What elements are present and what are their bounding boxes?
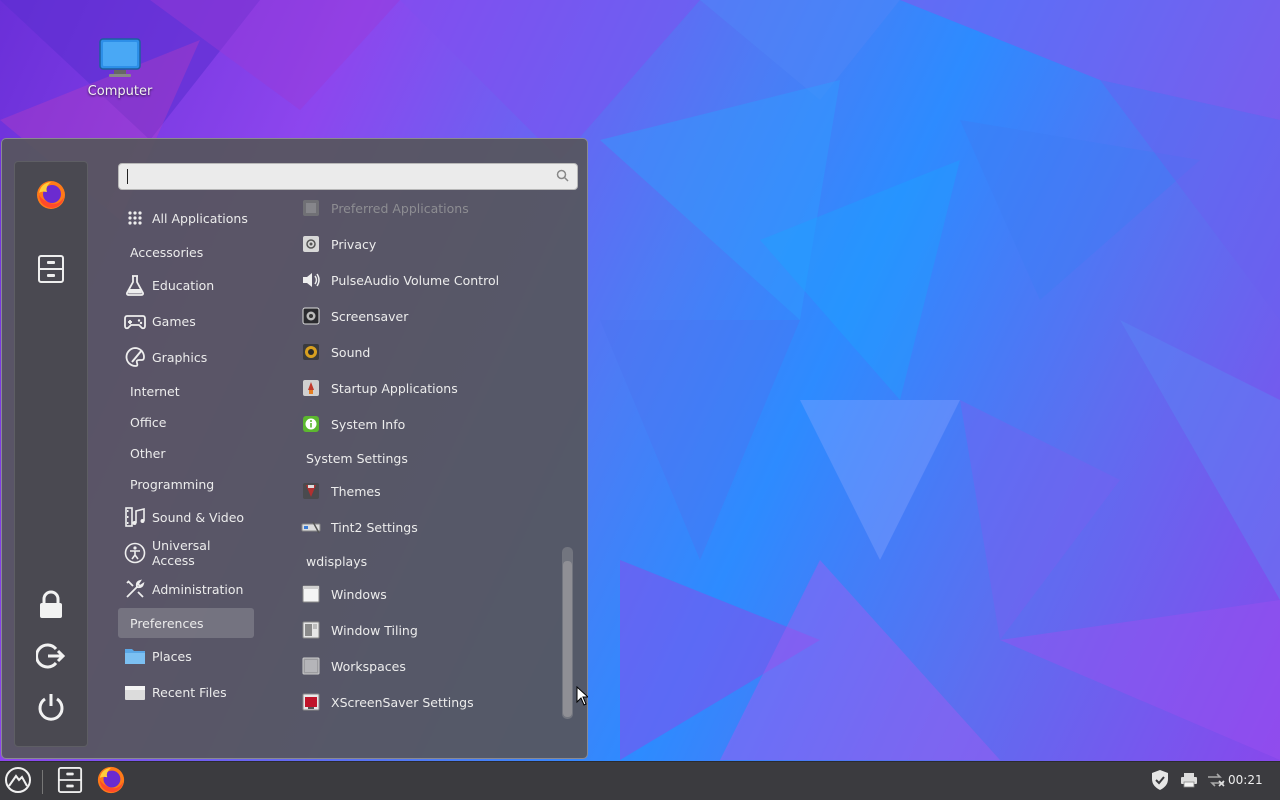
logout-button[interactable]: [33, 639, 69, 675]
app-system-info[interactable]: System Info: [298, 409, 554, 439]
desktop-icon-label: Computer: [87, 84, 153, 99]
workspaces-icon: [301, 656, 321, 676]
mouse-cursor-icon: [576, 685, 590, 709]
taskbar-panel: 00:21: [0, 761, 1280, 800]
app-pulseaudio-volume-control[interactable]: PulseAudio Volume Control: [298, 265, 554, 295]
firefox-icon: [35, 179, 67, 214]
file-cabinet-icon: [57, 766, 83, 797]
xscreensaver-icon: [301, 692, 321, 712]
category-recent-files[interactable]: Recent Files: [118, 677, 254, 707]
menu-search-box[interactable]: [118, 163, 578, 190]
application-menu: All Applications Accessories Education G…: [1, 138, 588, 759]
gamepad-icon: [124, 310, 146, 332]
app-system-settings[interactable]: System Settings: [298, 443, 554, 473]
app-window-tiling[interactable]: Window Tiling: [298, 615, 554, 645]
palette-icon: [124, 346, 146, 368]
app-preferred-applications[interactable]: Preferred Applications: [298, 193, 554, 223]
app-themes[interactable]: Themes: [298, 476, 554, 506]
scrollbar-thumb[interactable]: [563, 561, 572, 717]
shield-check-icon: [1150, 769, 1170, 794]
taskbar-file-manager[interactable]: [54, 766, 86, 796]
film-music-icon: [124, 506, 146, 528]
desktop-icon-computer[interactable]: Computer: [82, 36, 158, 99]
tray-update-manager[interactable]: [1148, 766, 1172, 796]
favorite-firefox[interactable]: [33, 178, 69, 214]
flask-icon: [124, 274, 146, 296]
windows-icon: [301, 584, 321, 604]
category-games[interactable]: Games: [118, 306, 254, 336]
computer-icon: [98, 36, 142, 80]
category-places[interactable]: Places: [118, 641, 254, 671]
power-icon: [36, 692, 66, 725]
lock-icon: [38, 590, 64, 623]
category-universal-access[interactable]: Universal Access: [118, 538, 254, 568]
category-office[interactable]: Office: [118, 407, 254, 437]
app-tint2-settings[interactable]: Tint2 Settings: [298, 512, 554, 542]
tray-network[interactable]: [1204, 766, 1228, 796]
file-cabinet-icon: [37, 254, 65, 287]
tools-icon: [124, 578, 146, 600]
cinnamon-logo-icon: [4, 766, 32, 797]
category-internet[interactable]: Internet: [118, 376, 254, 406]
accessibility-icon: [124, 542, 146, 564]
category-accessories[interactable]: Accessories: [118, 237, 254, 267]
search-icon: [556, 169, 569, 185]
category-education[interactable]: Education: [118, 270, 254, 300]
info-icon: [301, 414, 321, 434]
text-caret: [127, 169, 128, 184]
category-programming[interactable]: Programming: [118, 469, 254, 499]
logout-icon: [35, 641, 66, 674]
app-sound[interactable]: Sound: [298, 337, 554, 367]
startup-icon: [301, 378, 321, 398]
taskbar-separator: [42, 770, 43, 794]
app-xscreensaver-settings[interactable]: XScreenSaver Settings: [298, 687, 554, 717]
category-all-applications[interactable]: All Applications: [118, 203, 254, 233]
category-graphics[interactable]: Graphics: [118, 342, 254, 372]
category-sound-video[interactable]: Sound & Video: [118, 502, 254, 532]
favorites-sidebar: [14, 161, 88, 747]
category-administration[interactable]: Administration: [118, 574, 254, 604]
menu-search-input[interactable]: [132, 169, 556, 184]
app-privacy[interactable]: Privacy: [298, 229, 554, 259]
app-wdisplays[interactable]: wdisplays: [298, 546, 554, 576]
document-icon: [124, 681, 146, 703]
app-screensaver[interactable]: Screensaver: [298, 301, 554, 331]
window-tiling-icon: [301, 620, 321, 640]
network-disconnected-icon: [1206, 772, 1226, 791]
printer-icon: [1180, 772, 1198, 791]
taskbar-clock[interactable]: 00:21: [1228, 773, 1263, 787]
lock-screen-button[interactable]: [33, 588, 69, 624]
grid-icon: [124, 207, 146, 229]
screensaver-icon: [301, 306, 321, 326]
privacy-icon: [301, 234, 321, 254]
app-list-scrollbar[interactable]: [562, 547, 573, 719]
shutdown-button[interactable]: [33, 690, 69, 726]
app-windows[interactable]: Windows: [298, 579, 554, 609]
themes-icon: [301, 481, 321, 501]
app-workspaces[interactable]: Workspaces: [298, 651, 554, 681]
folder-icon: [124, 645, 146, 667]
category-preferences[interactable]: Preferences: [118, 608, 254, 638]
tint2-icon: [301, 517, 321, 537]
favorite-file-manager[interactable]: [33, 252, 69, 288]
speaker-icon: [301, 270, 321, 290]
taskbar-firefox[interactable]: [94, 766, 128, 796]
taskbar-menu-button[interactable]: [2, 766, 34, 796]
preferred-apps-icon: [301, 198, 321, 218]
firefox-icon: [96, 765, 126, 798]
tray-printer[interactable]: [1177, 766, 1201, 796]
category-other[interactable]: Other: [118, 438, 254, 468]
app-startup-applications[interactable]: Startup Applications: [298, 373, 554, 403]
sound-icon: [301, 342, 321, 362]
